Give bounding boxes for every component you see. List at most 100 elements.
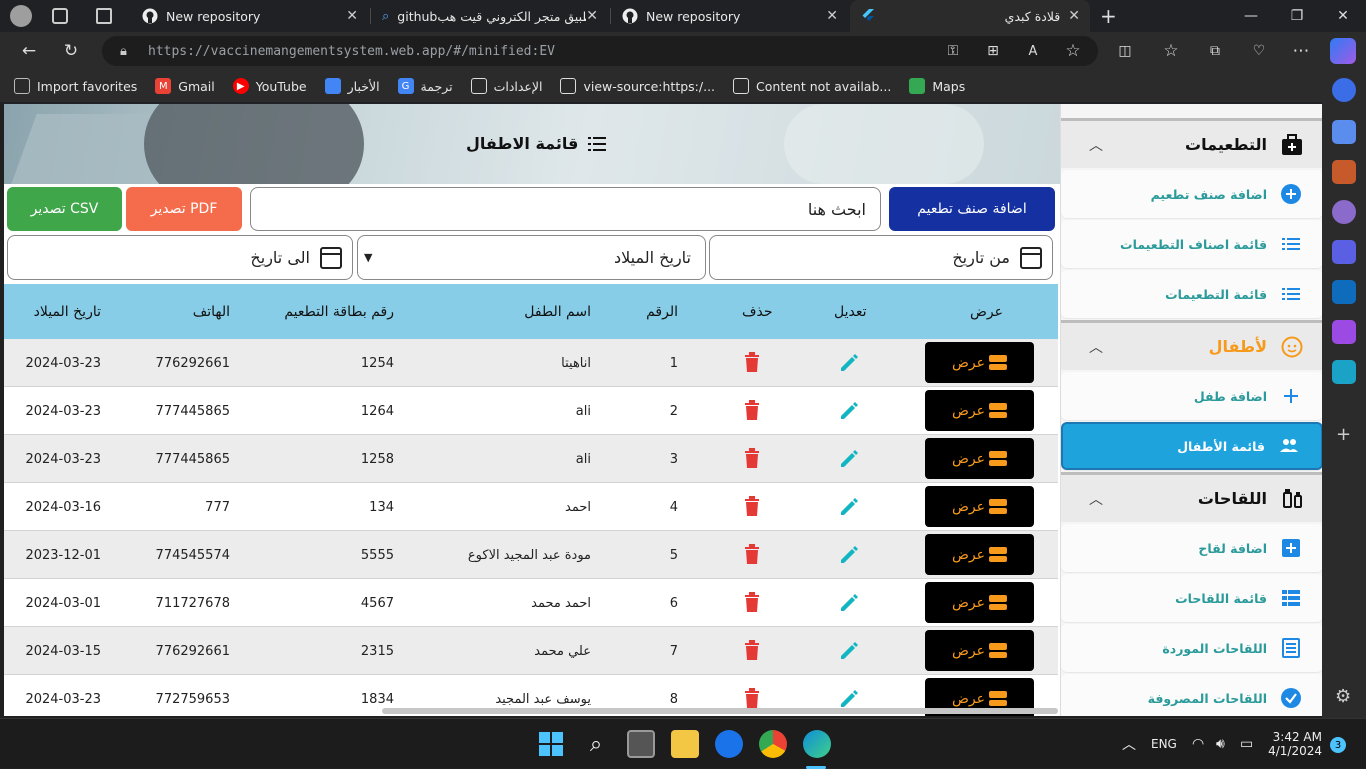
sidebar-item-supplied-vaccines[interactable]: اللقاحات الموردة [1061, 624, 1322, 672]
drop-icon[interactable] [1332, 360, 1356, 384]
close-icon[interactable]: ✕ [586, 8, 598, 24]
favorite-view-source[interactable]: view-source:https:/... [560, 78, 715, 94]
chevron-up-icon[interactable]: ︿ [1089, 489, 1103, 509]
volume-icon[interactable]: 🔊︎ [1216, 719, 1225, 769]
view-button[interactable]: عرض [925, 534, 1034, 575]
tag-icon[interactable] [1332, 120, 1356, 144]
favorite-youtube[interactable]: ▶ YouTube [232, 78, 307, 94]
favorite-news[interactable]: الأخبار [324, 78, 380, 94]
close-icon[interactable]: ✕ [1068, 8, 1080, 24]
edit-pencil-icon[interactable] [838, 640, 860, 662]
workspaces-icon[interactable] [52, 8, 68, 24]
delete-trash-icon[interactable] [744, 352, 760, 372]
file-explorer-icon[interactable] [671, 730, 699, 758]
search-input[interactable]: ابحث هنا [250, 187, 881, 231]
favorite-import[interactable]: Import favorites [14, 78, 137, 94]
section-vaccines[interactable]: اللقاحات ︿ [1061, 472, 1322, 522]
collections-icon[interactable]: ⧉ [1200, 36, 1230, 66]
chevron-up-icon[interactable]: ︿ [1089, 337, 1103, 357]
view-button[interactable]: عرض [925, 390, 1034, 431]
export-pdf-button[interactable]: تصدير PDF [126, 187, 242, 231]
close-icon[interactable]: ✕ [826, 8, 838, 24]
delete-trash-icon[interactable] [744, 544, 760, 564]
sidebar-item-add-vaccine[interactable]: اضافة لقاح [1061, 524, 1322, 572]
sidebar-item-children-list[interactable]: قائمة الأطفال [1061, 422, 1322, 470]
favorites-icon[interactable]: ☆ [1156, 36, 1186, 66]
task-view-icon[interactable] [627, 730, 655, 758]
view-button[interactable]: عرض [925, 438, 1034, 479]
delete-trash-icon[interactable] [744, 688, 760, 708]
favorite-gmail[interactable]: M Gmail [155, 78, 215, 94]
edit-pencil-icon[interactable] [838, 400, 860, 422]
performance-icon[interactable]: ♡ [1244, 36, 1274, 66]
wifi-icon[interactable]: ◠ [1192, 719, 1204, 769]
delete-trash-icon[interactable] [744, 640, 760, 660]
search-icon[interactable] [1332, 78, 1356, 102]
search-icon[interactable]: ⌕ [582, 730, 610, 758]
edit-pencil-icon[interactable] [838, 352, 860, 374]
favorite-maps[interactable]: Maps [909, 78, 965, 94]
view-button[interactable]: عرض [925, 582, 1034, 623]
clock[interactable]: 3:42 AM 4/1/2024 [1268, 719, 1322, 769]
delete-trash-icon[interactable] [744, 448, 760, 468]
edit-pencil-icon[interactable] [838, 544, 860, 566]
edit-pencil-icon[interactable] [838, 496, 860, 518]
favorite-settings[interactable]: الإعدادات [470, 78, 542, 94]
edit-pencil-icon[interactable] [838, 592, 860, 614]
add-vaccine-type-button[interactable]: اضافة صنف تطعيم [889, 187, 1055, 231]
minimize-button[interactable]: — [1228, 0, 1274, 32]
notification-badge[interactable]: 3 [1330, 737, 1346, 753]
more-menu-icon[interactable]: ⋯ [1286, 36, 1316, 66]
tab-github-search[interactable]: ⌕ githubطبيق متجر الكتروني قيت هب ✕ [372, 0, 608, 32]
tab-new-repository-2[interactable]: New repository ✕ [612, 0, 848, 32]
sidebar-item-vaccine-types-list[interactable]: قائمة اصناف التطعيمات [1061, 220, 1322, 268]
favorite-star-icon[interactable]: ☆ [1058, 36, 1088, 66]
export-csv-button[interactable]: تصدير CSV [7, 187, 122, 231]
back-icon[interactable]: ← [14, 36, 44, 66]
close-icon[interactable]: ✕ [346, 8, 358, 24]
view-button[interactable]: عرض [925, 342, 1034, 383]
key-icon[interactable]: ⚿ [938, 36, 968, 66]
delete-trash-icon[interactable] [744, 400, 760, 420]
language-indicator[interactable]: ENG [1151, 719, 1177, 769]
edit-pencil-icon[interactable] [838, 688, 860, 710]
chrome-icon[interactable] [759, 730, 787, 758]
sidebar-item-dispensed-vaccines[interactable]: اللقاحات المصروفة [1061, 674, 1322, 716]
to-date-field[interactable]: الى تاريخ [7, 235, 353, 280]
toolbox-icon[interactable] [1332, 160, 1356, 184]
add-sidebar-app-icon[interactable]: + [1336, 424, 1351, 445]
delete-trash-icon[interactable] [744, 496, 760, 516]
designer-icon[interactable] [1332, 320, 1356, 344]
games-icon[interactable] [1332, 200, 1356, 224]
copilot-sidebar-icon[interactable] [1332, 240, 1356, 264]
app-store-icon[interactable] [715, 730, 743, 758]
birth-date-dropdown[interactable]: ▼ تاريخ الميلاد [357, 235, 706, 280]
view-button[interactable]: عرض [925, 486, 1034, 527]
sidebar-item-vaccines-list[interactable]: قائمة اللقاحات [1061, 574, 1322, 622]
favorite-content[interactable]: Content not availab... [733, 78, 891, 94]
windows-start-icon[interactable] [537, 730, 565, 758]
chevron-up-icon[interactable]: ︿ [1122, 719, 1136, 769]
profile-avatar[interactable] [10, 5, 32, 27]
edit-pencil-icon[interactable] [838, 448, 860, 470]
apps-icon[interactable]: ⊞ [978, 36, 1008, 66]
sidebar-item-add-child[interactable]: اضافة طفل [1061, 372, 1322, 420]
gear-icon[interactable]: ⚙ [1335, 686, 1351, 707]
split-screen-icon[interactable]: ◫ [1110, 36, 1140, 66]
read-aloud-icon[interactable]: A [1018, 36, 1048, 66]
chevron-up-icon[interactable]: ︿ [1089, 135, 1103, 155]
sidebar-item-add-vaccine-type[interactable]: اضافة صنف تطعيم [1061, 170, 1322, 218]
new-tab-button[interactable]: + [1100, 4, 1117, 28]
delete-trash-icon[interactable] [744, 592, 760, 612]
section-children[interactable]: لأطفال ︿ [1061, 320, 1322, 370]
section-vaccinations[interactable]: التطعيمات ︿ [1061, 118, 1322, 168]
tab-active-app[interactable]: قلادة كبدي ✕ [850, 0, 1090, 32]
restore-button[interactable]: ❐ [1274, 0, 1320, 32]
tab-actions-icon[interactable] [96, 8, 112, 24]
refresh-icon[interactable]: ↻ [56, 36, 86, 66]
close-window-button[interactable]: ✕ [1320, 0, 1366, 32]
copilot-icon[interactable] [1330, 38, 1356, 64]
horizontal-scrollbar[interactable] [382, 708, 1058, 714]
sidebar-item-vaccinations-list[interactable]: قائمة التطعيمات [1061, 270, 1322, 318]
view-button[interactable]: عرض [925, 630, 1034, 671]
